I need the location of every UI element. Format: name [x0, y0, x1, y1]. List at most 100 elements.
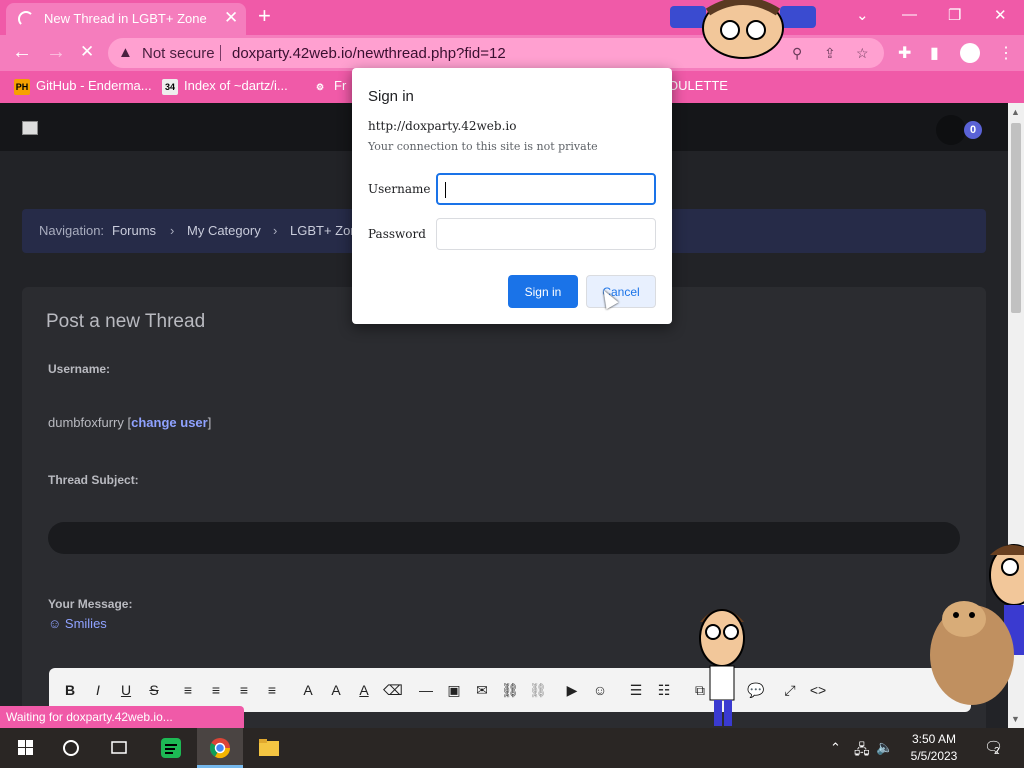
emoticon-button[interactable]: ☺ — [591, 682, 609, 698]
tab-strip: New Thread in LGBT+ Zone ✕ + ⌄ — ❐ ✕ — [0, 0, 1024, 35]
profile-avatar-icon[interactable] — [960, 43, 980, 63]
password-field[interactable] — [436, 218, 656, 250]
align-left-button[interactable]: ≡ — [179, 682, 197, 698]
tab-title: New Thread in LGBT+ Zone — [44, 11, 207, 26]
clock-date[interactable]: 5/5/2023 — [902, 749, 966, 763]
close-window-button[interactable]: ✕ — [994, 6, 1007, 24]
image-button[interactable]: ▣ — [445, 682, 463, 699]
font-color-button[interactable]: A — [355, 682, 373, 698]
smilies-link[interactable]: ☺ Smilies — [48, 616, 107, 631]
notification-button[interactable] — [936, 115, 966, 145]
task-view-icon[interactable] — [96, 728, 142, 768]
scrollbar-thumb[interactable] — [1011, 123, 1021, 313]
file-explorer-icon[interactable] — [246, 728, 292, 768]
email-button[interactable]: ✉ — [473, 682, 491, 699]
windows-start-icon[interactable] — [2, 728, 48, 768]
justify-button[interactable]: ≡ — [263, 682, 281, 698]
status-text: Waiting for doxparty.42web.io... — [6, 710, 173, 724]
scroll-up-arrow-icon[interactable]: ▲ — [1011, 107, 1020, 117]
ordered-list-button[interactable]: ☷ — [655, 682, 673, 699]
bullet-list-button[interactable]: ☰ — [627, 682, 645, 699]
new-thread-form: Post a new Thread Username: dumbfoxfurry… — [22, 287, 986, 728]
action-center-badge: 2 — [994, 746, 1000, 757]
forward-button[interactable]: → — [46, 41, 66, 63]
change-user-link[interactable]: change user — [131, 415, 208, 430]
breadcrumb-separator: › — [273, 223, 278, 238]
bookmark-item[interactable]: PH GitHub - Enderma... — [14, 78, 152, 95]
page-title: Post a new Thread — [46, 311, 206, 332]
bookmark-favicon-icon: ⚙ — [315, 81, 325, 92]
bold-button[interactable]: B — [61, 682, 79, 698]
new-tab-button[interactable]: + — [258, 4, 271, 28]
bookmark-item[interactable]: ⚙ Fr — [312, 78, 346, 95]
tab-search-button[interactable]: ⌄ — [856, 6, 869, 24]
minimize-button[interactable]: — — [902, 6, 917, 23]
align-center-button[interactable]: ≡ — [207, 682, 225, 698]
share-icon[interactable]: ⇪ — [824, 45, 836, 62]
clock-time[interactable]: 3:50 AM — [902, 732, 966, 746]
link-button[interactable]: ⛓ — [501, 682, 519, 699]
loading-spinner-icon — [18, 11, 34, 27]
tab-close-button[interactable]: ✕ — [224, 8, 238, 28]
username-field[interactable] — [436, 173, 656, 205]
breadcrumb-prefix: Navigation: — [39, 223, 105, 238]
font-button[interactable]: A — [299, 682, 317, 698]
breadcrumb-separator: › — [170, 223, 175, 238]
chrome-app-icon[interactable] — [197, 728, 243, 768]
smilies-label: Smilies — [64, 616, 107, 631]
omnibox-divider — [220, 45, 221, 61]
cancel-button[interactable]: Cancel — [586, 275, 656, 308]
breadcrumb-link-forums[interactable]: Forums — [112, 223, 156, 238]
restore-button[interactable]: ❐ — [948, 6, 961, 24]
tab-new-thread[interactable]: New Thread in LGBT+ Zone ✕ — [6, 3, 246, 35]
side-panel-icon[interactable]: ▮ — [930, 43, 939, 63]
horizontal-rule-button[interactable]: — — [417, 682, 435, 698]
username-label: Username: — [48, 362, 111, 376]
unlink-button[interactable]: ⛓ — [529, 682, 547, 699]
maximize-button[interactable]: ⤢ — [781, 682, 799, 699]
cartoon-man-sticker-bottom — [699, 609, 745, 726]
breadcrumb-link-forum[interactable]: LGBT+ Zon — [290, 223, 358, 238]
underline-button[interactable]: U — [117, 682, 135, 698]
show-hidden-icons-icon[interactable]: ⌃ — [830, 740, 841, 756]
dialog-warning: Your connection to this site is not priv… — [368, 140, 598, 153]
username-field-label: Username — [368, 182, 431, 196]
font-size-button[interactable]: A — [327, 682, 345, 698]
strikethrough-button[interactable]: S — [145, 682, 163, 698]
sign-in-button[interactable]: Sign in — [508, 275, 578, 308]
scroll-down-arrow-icon[interactable]: ▼ — [1011, 714, 1020, 724]
bookmark-favicon-icon: 34 — [162, 78, 178, 95]
remove-format-button[interactable]: ⌫ — [383, 682, 403, 699]
bookmark-label: GitHub - Enderma... — [36, 78, 152, 93]
broken-logo-image[interactable] — [22, 121, 38, 135]
video-button[interactable]: ▶ — [563, 682, 581, 699]
bracket-close: ] — [207, 415, 212, 430]
extensions-icon[interactable]: ✚ — [898, 43, 911, 63]
network-icon[interactable]: 🖧 — [854, 739, 870, 763]
windows-taskbar: ⌃ 🖧 🔈 3:50 AM 5/5/2023 🗨 2 — [0, 728, 1024, 768]
menu-kebab-icon[interactable]: ⋮ — [998, 43, 1014, 63]
bookmark-star-icon[interactable]: ☆ — [856, 45, 869, 62]
thread-subject-input[interactable] — [48, 522, 960, 554]
url-text[interactable]: doxparty.42web.io/newthread.php?fid=12 — [232, 45, 506, 62]
cortana-search-icon[interactable] — [48, 728, 94, 768]
cartoon-hamster-sticker — [930, 544, 1024, 705]
stop-loading-button[interactable]: ✕ — [80, 41, 94, 63]
source-button[interactable]: <> — [809, 682, 827, 698]
breadcrumb-link-category[interactable]: My Category — [187, 223, 261, 238]
sign-in-dialog: Sign in http://doxparty.42web.io Your co… — [352, 68, 672, 324]
bookmark-item[interactable]: 34 Index of ~dartz/i... — [162, 78, 288, 95]
dialog-title: Sign in — [368, 88, 414, 105]
back-button[interactable]: ← — [12, 41, 32, 63]
spotify-app-icon[interactable] — [148, 728, 194, 768]
volume-muted-icon[interactable]: 🔈 — [876, 739, 893, 756]
message-label: Your Message: — [48, 597, 133, 611]
smiley-icon: ☺ — [48, 616, 62, 631]
align-right-button[interactable]: ≡ — [235, 682, 253, 698]
bookmark-item[interactable]: OULETTE — [668, 78, 728, 93]
status-bubble: Waiting for doxparty.42web.io... — [0, 706, 244, 728]
security-indicator[interactable]: Not secure — [142, 45, 215, 62]
bookmark-label: Fr — [334, 78, 347, 93]
italic-button[interactable]: I — [89, 682, 107, 698]
warning-icon[interactable]: ▲ — [118, 44, 133, 61]
